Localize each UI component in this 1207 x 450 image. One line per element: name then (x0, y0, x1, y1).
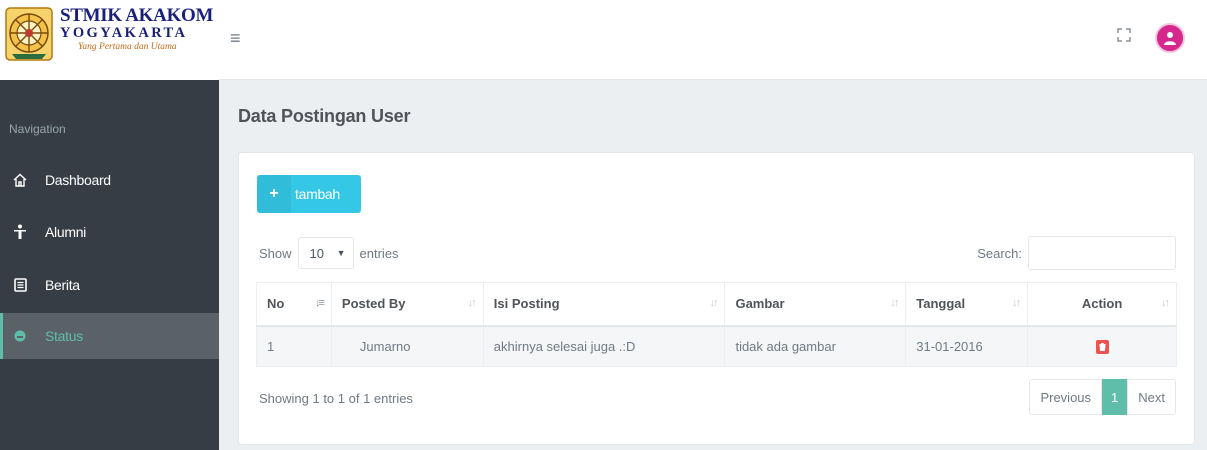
sidebar: Navigation Dashboard Alumni Berita Statu… (0, 80, 219, 450)
trash-icon (1099, 342, 1106, 351)
person-icon (10, 224, 30, 240)
cell-posted-by: Jumarno (330, 325, 484, 367)
sidebar-item-label: Alumni (45, 224, 86, 240)
expand-icon[interactable] (1117, 28, 1131, 42)
emblem-icon (5, 7, 53, 61)
data-table: No ↓≡ Posted By ↓↑ Isi Posting ↓↑ Gambar ↓↑ … (256, 282, 1177, 367)
user-icon (1164, 32, 1176, 45)
status-icon (10, 330, 30, 342)
sidebar-item-label: Berita (45, 277, 80, 293)
top-bar: STMIK AKAKOM YOGYAKARTA Yang Pertama dan… (0, 0, 1207, 80)
chevron-down-icon: ▼ (336, 248, 346, 258)
sidebar-item-status[interactable]: Status (0, 313, 219, 359)
entries-select-value: 10 (309, 245, 324, 261)
column-header-label: No (267, 296, 285, 312)
column-header-no[interactable]: No ↓≡ (256, 282, 332, 327)
column-header-tanggal[interactable]: Tanggal ↓↑ (905, 282, 1029, 327)
sidebar-item-berita[interactable]: Berita (0, 262, 219, 308)
sort-icon: ↓↑ (890, 297, 899, 309)
column-header-gambar[interactable]: Gambar ↓↑ (724, 282, 907, 327)
add-button-label: tambah (295, 186, 340, 202)
entries-select[interactable]: 10 ▼ (297, 237, 354, 269)
logo-tagline: Yang Pertama dan Utama (78, 42, 177, 52)
delete-button[interactable] (1095, 339, 1109, 354)
cell-no: 1 (256, 325, 332, 367)
column-header-label: Action (1081, 296, 1123, 312)
home-icon (10, 173, 30, 187)
column-header-isi-posting[interactable]: Isi Posting ↓↑ (482, 282, 726, 327)
cell-gambar: tidak ada gambar (724, 325, 907, 367)
column-header-label: Tanggal (916, 296, 966, 312)
column-header-label: Posted By (341, 296, 406, 312)
table-info: Showing 1 to 1 of 1 entries (259, 391, 413, 406)
sidebar-item-label: Status (45, 328, 83, 344)
page-1-button[interactable]: 1 (1102, 379, 1128, 415)
menu-toggle-icon[interactable]: ≡ (230, 28, 241, 49)
search-label: Search: (977, 245, 1022, 261)
content-card: + tambah Show 10 ▼ entries Search: No ↓≡ … (238, 152, 1195, 445)
pagination: Previous 1 Next (1029, 379, 1176, 415)
sort-asc-icon: ↓≡ (315, 297, 325, 309)
column-header-posted-by[interactable]: Posted By ↓↑ (330, 282, 484, 327)
sort-icon: ↓↑ (467, 297, 477, 309)
search-box: Search: (977, 236, 1176, 270)
entries-label: entries (359, 245, 399, 261)
cell-tanggal: 31-01-2016 (905, 325, 1029, 367)
plus-icon: + (257, 175, 291, 213)
nav-heading: Navigation (9, 122, 66, 136)
sidebar-item-alumni[interactable]: Alumni (0, 209, 219, 255)
table-header-row: No ↓≡ Posted By ↓↑ Isi Posting ↓↑ Gambar ↓↑ … (256, 282, 1177, 327)
column-header-label: Gambar (735, 296, 785, 312)
avatar[interactable] (1155, 23, 1185, 53)
add-button[interactable]: + tambah (257, 175, 361, 213)
cell-action (1027, 325, 1177, 367)
sort-icon: ↓↑ (709, 297, 718, 309)
show-label: Show (259, 245, 292, 261)
logo[interactable]: STMIK AKAKOM YOGYAKARTA Yang Pertama dan… (0, 0, 219, 80)
next-button[interactable]: Next (1127, 379, 1176, 415)
column-header-action[interactable]: Action ↓↑ (1027, 282, 1177, 327)
table-row: 1 Jumarno akhirnya selesai juga .:D tida… (256, 325, 1177, 367)
column-header-label: Isi Posting (493, 296, 560, 312)
cell-isi-posting: akhirnya selesai juga .:D (482, 325, 726, 367)
previous-button[interactable]: Previous (1029, 379, 1103, 415)
sort-icon: ↓↑ (1161, 297, 1170, 309)
newspaper-icon (10, 278, 30, 292)
sidebar-item-label: Dashboard (45, 172, 111, 188)
logo-title: STMIK AKAKOM (60, 5, 214, 26)
search-input[interactable] (1028, 236, 1176, 270)
entries-length: Show 10 ▼ entries (259, 237, 399, 269)
sidebar-item-dashboard[interactable]: Dashboard (0, 157, 219, 203)
page-title: Data Postingan User (238, 106, 411, 126)
logo-subtitle: YOGYAKARTA (60, 25, 188, 41)
sort-icon: ↓↑ (1012, 297, 1021, 309)
